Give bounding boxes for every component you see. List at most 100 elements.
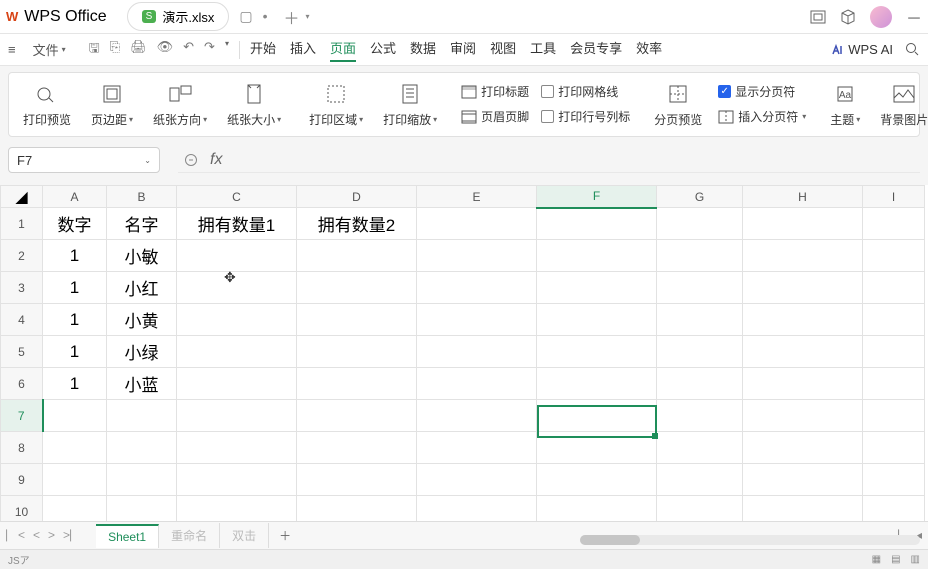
select-all-corner[interactable]: ◢ xyxy=(1,186,43,208)
row-header-4[interactable]: 4 xyxy=(1,304,43,336)
cell[interactable] xyxy=(657,432,743,464)
row-header-2[interactable]: 2 xyxy=(1,240,43,272)
cell[interactable] xyxy=(417,272,537,304)
cell[interactable] xyxy=(657,336,743,368)
cell[interactable]: 1 xyxy=(43,272,107,304)
cell[interactable]: 1 xyxy=(43,240,107,272)
row-header-3[interactable]: 3 xyxy=(1,272,43,304)
print-preview-button[interactable]: 打印预览 xyxy=(13,81,81,128)
cell[interactable] xyxy=(177,240,297,272)
cell[interactable] xyxy=(537,240,657,272)
cell[interactable] xyxy=(657,208,743,240)
cell[interactable] xyxy=(177,336,297,368)
cell[interactable] xyxy=(177,368,297,400)
export-icon[interactable]: ⎘ xyxy=(110,39,120,61)
cell[interactable] xyxy=(657,464,743,496)
tab-insert[interactable]: 插入 xyxy=(290,38,316,62)
fx-label[interactable]: fx xyxy=(210,151,222,169)
save-icon[interactable]: 🖫 xyxy=(89,39,100,61)
cell[interactable] xyxy=(177,272,297,304)
cell[interactable] xyxy=(297,272,417,304)
cell[interactable] xyxy=(177,400,297,432)
hamburger-icon[interactable]: ≡ xyxy=(8,42,16,57)
cell[interactable] xyxy=(537,368,657,400)
cell[interactable] xyxy=(743,240,863,272)
cell[interactable] xyxy=(743,304,863,336)
cell[interactable] xyxy=(297,400,417,432)
col-header-F[interactable]: F xyxy=(537,186,657,208)
file-menu[interactable]: 文件▾ xyxy=(26,37,73,62)
tab-member[interactable]: 会员专享 xyxy=(570,38,622,62)
cell[interactable] xyxy=(297,432,417,464)
cell[interactable] xyxy=(107,432,177,464)
cell[interactable] xyxy=(863,272,925,304)
tab-review[interactable]: 审阅 xyxy=(450,38,476,62)
redo-icon[interactable]: ↷ xyxy=(204,39,215,61)
spreadsheet-grid[interactable]: ◢ A B C D E F G H I 1 数字 名字 拥有数量1 拥有数量2 … xyxy=(0,185,928,528)
orientation-button[interactable]: 纸张方向▾ xyxy=(143,81,217,128)
cell[interactable] xyxy=(417,432,537,464)
tab-data[interactable]: 数据 xyxy=(410,38,436,62)
cell[interactable] xyxy=(537,272,657,304)
cell[interactable] xyxy=(417,336,537,368)
view-page-icon[interactable]: ▤ xyxy=(891,554,900,565)
print-area-button[interactable]: 打印区域▾ xyxy=(299,81,373,128)
document-tab[interactable]: S 演示.xlsx xyxy=(127,2,230,31)
cell[interactable] xyxy=(657,304,743,336)
theme-button[interactable]: Aa 主题▾ xyxy=(820,81,870,128)
tab-view[interactable]: 视图 xyxy=(490,38,516,62)
row-header-9[interactable]: 9 xyxy=(1,464,43,496)
add-sheet-button[interactable]: ＋ xyxy=(269,527,301,544)
cancel-formula-icon[interactable] xyxy=(184,153,198,167)
cell[interactable] xyxy=(743,208,863,240)
cell[interactable] xyxy=(743,432,863,464)
cell[interactable]: 1 xyxy=(43,304,107,336)
print-gridlines-checkbox[interactable]: 打印网格线 xyxy=(541,81,630,102)
chevron-down-icon[interactable]: ⌄ xyxy=(144,156,151,165)
col-header-E[interactable]: E xyxy=(417,186,537,208)
cell[interactable] xyxy=(537,208,657,240)
header-footer-button[interactable]: 页眉页脚 xyxy=(461,106,529,127)
cell[interactable] xyxy=(107,464,177,496)
cell[interactable] xyxy=(863,240,925,272)
new-tab-button[interactable]: ＋ xyxy=(284,5,300,29)
col-header-H[interactable]: H xyxy=(743,186,863,208)
cell[interactable] xyxy=(537,336,657,368)
sheet-tab-sheet1[interactable]: Sheet1 xyxy=(96,524,159,548)
cell[interactable]: 1 xyxy=(43,368,107,400)
minimize-icon[interactable]: － xyxy=(906,5,922,29)
row-header-7[interactable]: 7 xyxy=(1,400,43,432)
cell[interactable] xyxy=(297,368,417,400)
insert-break-button[interactable]: 插入分页符▾ xyxy=(718,106,806,127)
col-header-B[interactable]: B xyxy=(107,186,177,208)
cell[interactable]: 小红 xyxy=(107,272,177,304)
background-button[interactable]: 背景图片 xyxy=(870,81,928,128)
qat-dropdown-icon[interactable]: ▾ xyxy=(225,39,229,61)
tab-dropdown-icon[interactable]: ▾ xyxy=(306,12,310,21)
row-header-5[interactable]: 5 xyxy=(1,336,43,368)
cell[interactable]: 小绿 xyxy=(107,336,177,368)
cell[interactable] xyxy=(657,240,743,272)
cell[interactable] xyxy=(297,336,417,368)
cell[interactable]: 1 xyxy=(43,336,107,368)
cell[interactable] xyxy=(177,304,297,336)
cell[interactable] xyxy=(863,208,925,240)
tab-close-icon[interactable]: • xyxy=(263,8,268,25)
cell[interactable] xyxy=(417,400,537,432)
col-header-A[interactable]: A xyxy=(43,186,107,208)
cell[interactable] xyxy=(297,304,417,336)
cell[interactable]: 小蓝 xyxy=(107,368,177,400)
cell[interactable] xyxy=(863,368,925,400)
col-header-I[interactable]: I xyxy=(863,186,925,208)
tab-start[interactable]: 开始 xyxy=(250,38,276,62)
cell[interactable]: 小黄 xyxy=(107,304,177,336)
cell[interactable] xyxy=(537,400,657,432)
tab-formula[interactable]: 公式 xyxy=(370,38,396,62)
horizontal-scrollbar[interactable] xyxy=(580,535,920,545)
cell[interactable] xyxy=(743,272,863,304)
cell[interactable]: 数字 xyxy=(43,208,107,240)
window-layout-icon[interactable] xyxy=(810,9,826,25)
cell[interactable]: 小敏 xyxy=(107,240,177,272)
col-header-C[interactable]: C xyxy=(177,186,297,208)
sheet-nav-prev-icon[interactable]: < xyxy=(33,528,40,543)
